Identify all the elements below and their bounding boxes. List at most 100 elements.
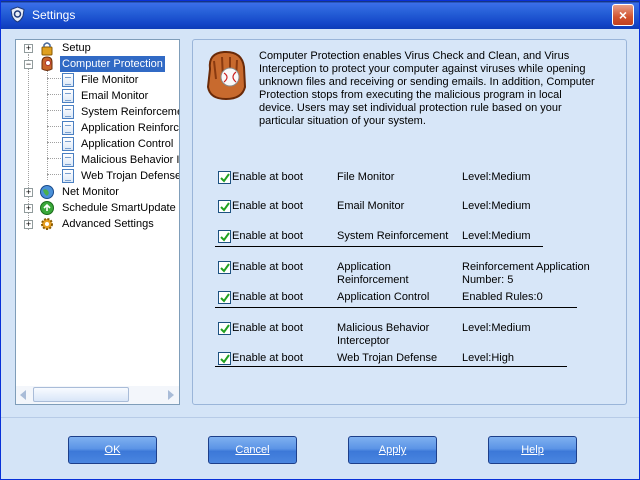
tree-item-system-reinforcement[interactable]: System Reinforceme <box>16 104 179 120</box>
tree-item-label: Computer Protection <box>60 56 165 72</box>
window-title: Settings <box>32 8 76 22</box>
tree-item-email-monitor[interactable]: Email Monitor <box>16 88 179 104</box>
checkbox-label[interactable]: Enable at boot <box>232 230 303 242</box>
tree-item-setup[interactable]: + Setup <box>16 40 179 56</box>
document-icon <box>62 153 74 167</box>
help-button-label: Help <box>521 444 544 456</box>
baseball-mitt-icon <box>206 50 247 101</box>
horizontal-scrollbar[interactable] <box>16 386 179 404</box>
update-icon <box>40 201 54 215</box>
apply-button-label: Apply <box>378 444 407 456</box>
tree-item-label: Application Reinforc <box>81 122 179 134</box>
divider <box>215 307 577 308</box>
expand-icon[interactable]: + <box>24 188 33 197</box>
option-name: File Monitor <box>337 171 395 183</box>
checkbox-label[interactable]: Enable at boot <box>232 171 303 183</box>
cancel-button[interactable]: Cancel <box>208 436 297 464</box>
document-icon <box>62 121 74 135</box>
option-name: Application Control <box>337 291 430 303</box>
protection-details-panel: Computer Protection enables Virus Check … <box>192 39 627 405</box>
tree-item-application-control[interactable]: Application Control <box>16 136 179 152</box>
ok-button-label: OK <box>104 444 121 456</box>
protection-description: Computer Protection enables Virus Check … <box>259 50 595 127</box>
close-button[interactable]: × <box>612 4 634 26</box>
close-icon: × <box>618 7 628 23</box>
expand-icon[interactable]: + <box>24 204 33 213</box>
ok-button[interactable]: OK <box>68 436 157 464</box>
mitt-icon <box>41 56 53 71</box>
enable-at-boot-checkbox[interactable] <box>218 322 231 335</box>
globe-icon <box>40 185 54 199</box>
document-icon <box>62 169 74 183</box>
title-bar[interactable]: Settings × <box>1 1 639 29</box>
option-row-application-control: Enable at boot Application Control Enabl… <box>193 290 623 306</box>
scroll-right-icon[interactable] <box>168 390 174 400</box>
enable-at-boot-checkbox[interactable] <box>218 291 231 304</box>
checkbox-label[interactable]: Enable at boot <box>232 261 303 273</box>
option-name: Application Reinforcement <box>337 261 409 286</box>
tree-item-label: Net Monitor <box>62 186 119 198</box>
settings-window: Settings × + Setup − Computer Protection… <box>0 0 640 480</box>
divider <box>1 417 639 418</box>
checkbox-label[interactable]: Enable at boot <box>232 200 303 212</box>
enable-at-boot-checkbox[interactable] <box>218 352 231 365</box>
divider <box>215 246 543 247</box>
option-row-system-reinforcement: Enable at boot System Reinforcement Leve… <box>193 229 623 245</box>
tree-item-label: Application Control <box>81 138 174 150</box>
document-icon <box>62 73 74 87</box>
option-level: Level:Medium <box>462 171 531 183</box>
option-level: Level:Medium <box>462 322 531 334</box>
collapse-icon[interactable]: − <box>24 60 33 69</box>
enable-at-boot-checkbox[interactable] <box>218 171 231 184</box>
option-row-application-reinforcement: Enable at boot Application Reinforcement… <box>193 260 623 286</box>
tree-item-label: Malicious Behavior I <box>81 154 180 166</box>
option-level: Enabled Rules:0 <box>462 291 543 303</box>
tree-item-computer-protection[interactable]: − Computer Protection <box>16 56 179 72</box>
option-row-file-monitor: Enable at boot File Monitor Level:Medium <box>193 170 623 186</box>
option-name: Malicious Behavior Interceptor <box>337 322 430 347</box>
option-name: System Reinforcement <box>337 230 449 242</box>
tree-item-application-reinforcement[interactable]: Application Reinforc <box>16 120 179 136</box>
enable-at-boot-checkbox[interactable] <box>218 261 231 274</box>
help-button[interactable]: Help <box>488 436 577 464</box>
tree-item-label: Schedule SmartUpdate <box>62 202 176 214</box>
enable-at-boot-checkbox[interactable] <box>218 230 231 243</box>
shield-gear-icon <box>10 6 25 23</box>
checkbox-label[interactable]: Enable at boot <box>232 352 303 364</box>
option-row-email-monitor: Enable at boot Email Monitor Level:Mediu… <box>193 199 623 215</box>
enable-at-boot-checkbox[interactable] <box>218 200 231 213</box>
tree-item-label: System Reinforceme <box>81 106 180 118</box>
expand-icon[interactable]: + <box>24 44 33 53</box>
cancel-button-label: Cancel <box>235 444 270 456</box>
tree-item-schedule-smartupdate[interactable]: + Schedule SmartUpdate <box>16 200 179 216</box>
scroll-thumb[interactable] <box>33 387 129 402</box>
tree-item-net-monitor[interactable]: + Net Monitor <box>16 184 179 200</box>
option-level: Level:Medium <box>462 230 531 242</box>
document-icon <box>62 89 74 103</box>
option-row-web-trojan-defense: Enable at boot Web Trojan Defense Level:… <box>193 351 623 367</box>
apply-button[interactable]: Apply <box>348 436 437 464</box>
document-icon <box>62 137 74 151</box>
option-row-malicious-behavior: Enable at boot Malicious Behavior Interc… <box>193 321 623 347</box>
tree-item-label: Advanced Settings <box>62 218 154 230</box>
checkbox-label[interactable]: Enable at boot <box>232 291 303 303</box>
lock-icon <box>41 42 53 56</box>
document-icon <box>62 105 74 119</box>
tree-item-label: Web Trojan Defense <box>81 170 180 182</box>
tree-item-label: Setup <box>62 42 91 54</box>
tree-item-label: Email Monitor <box>81 90 149 102</box>
tree-item-file-monitor[interactable]: File Monitor <box>16 72 179 88</box>
client-area: + Setup − Computer Protection File Monit… <box>1 29 639 479</box>
settings-tree[interactable]: + Setup − Computer Protection File Monit… <box>15 39 180 405</box>
tree-item-malicious-behavior[interactable]: Malicious Behavior I <box>16 152 179 168</box>
option-level: Reinforcement Application Number: 5 <box>462 261 590 286</box>
gear-icon <box>41 218 53 230</box>
tree-item-label: File Monitor <box>81 74 139 86</box>
option-name: Web Trojan Defense <box>337 352 438 364</box>
checkbox-label[interactable]: Enable at boot <box>232 322 303 334</box>
tree-item-web-trojan-defense[interactable]: Web Trojan Defense <box>16 168 179 184</box>
option-level: Level:Medium <box>462 200 531 212</box>
scroll-left-icon[interactable] <box>20 390 26 400</box>
expand-icon[interactable]: + <box>24 220 33 229</box>
tree-item-advanced-settings[interactable]: + Advanced Settings <box>16 216 179 232</box>
